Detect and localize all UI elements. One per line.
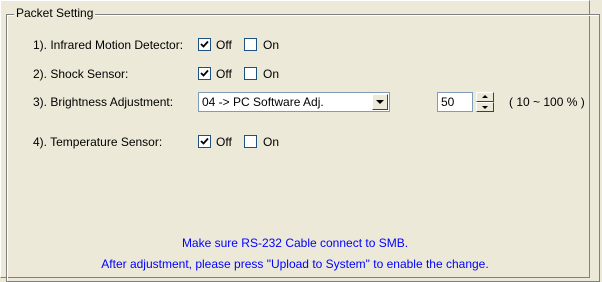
brightness-adjustment-label: 3). Brightness Adjustment: <box>33 95 174 109</box>
arrow-down-icon <box>482 106 488 109</box>
spin-down-button[interactable] <box>476 102 494 112</box>
brightness-value-input[interactable]: 50 <box>437 92 473 112</box>
infrared-off-label: Off <box>216 38 232 52</box>
temperature-off-label: Off <box>216 135 232 149</box>
brightness-value: 50 <box>441 95 455 109</box>
chevron-down-icon <box>376 100 384 104</box>
brightness-mode-select[interactable]: 04 -> PC Software Adj. <box>198 92 390 112</box>
shock-off-label: Off <box>216 67 232 81</box>
checkmark-icon <box>200 69 209 77</box>
shock-on-label: On <box>263 67 280 81</box>
checkmark-icon <box>200 137 209 145</box>
brightness-spinner[interactable] <box>476 92 494 112</box>
spin-up-button[interactable] <box>476 92 494 102</box>
infrared-on-checkbox[interactable] <box>244 38 257 51</box>
upload-note: After adjustment, please press "Upload t… <box>101 257 489 271</box>
dropdown-button[interactable] <box>372 94 388 110</box>
brightness-range-text: ( 10 ~ 100 % ) <box>509 95 585 109</box>
temperature-sensor-label: 4). Temperature Sensor: <box>33 135 163 149</box>
shock-off-checkbox[interactable] <box>198 67 211 80</box>
infrared-motion-detector-label: 1). Infrared Motion Detector: <box>33 38 184 52</box>
temperature-off-checkbox[interactable] <box>198 135 211 148</box>
arrow-up-icon <box>482 95 488 98</box>
infrared-off-checkbox[interactable] <box>198 38 211 51</box>
rs232-note: Make sure RS-232 Cable connect to SMB. <box>181 236 409 250</box>
shock-on-checkbox[interactable] <box>244 67 257 80</box>
infrared-on-label: On <box>263 38 280 52</box>
group-title: Packet Setting <box>14 5 96 21</box>
temperature-on-label: On <box>263 135 280 149</box>
shock-sensor-label: 2). Shock Sensor: <box>33 67 129 81</box>
temperature-on-checkbox[interactable] <box>244 135 257 148</box>
checkmark-icon <box>200 40 209 48</box>
brightness-mode-value: 04 -> PC Software Adj. <box>202 95 324 109</box>
